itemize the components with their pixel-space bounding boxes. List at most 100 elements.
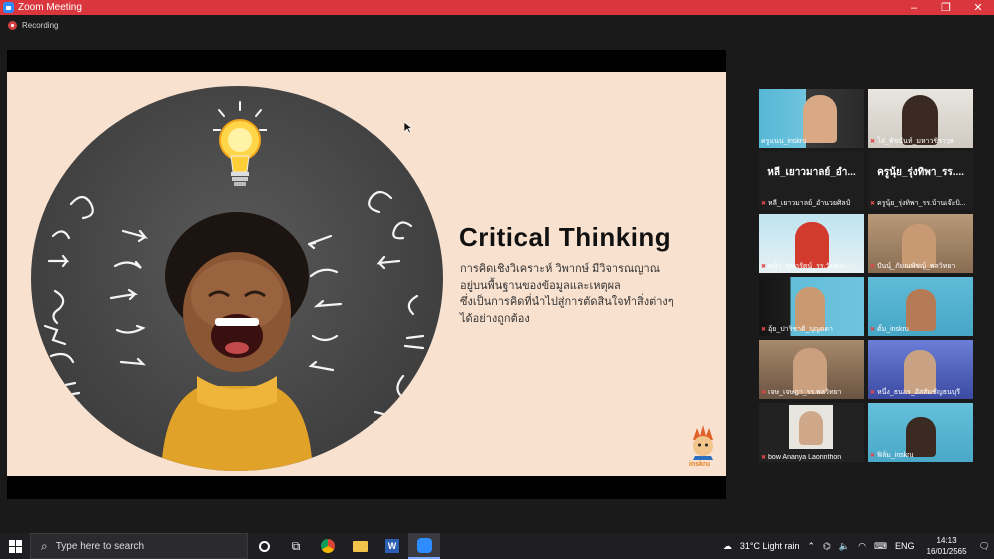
participant-name: ✖ หนึ่ง_ธนอร_อัสสัมชัญธนบุรี bbox=[870, 387, 971, 398]
zoom-app-icon bbox=[416, 537, 432, 553]
weather-icon: ☁ bbox=[722, 540, 732, 551]
muted-mic-icon: ✖ bbox=[870, 264, 876, 270]
participant-name: ✖ อุ้ย_ปาริชาติ_บุญดดา bbox=[761, 324, 862, 335]
shared-screen[interactable]: Critical Thinking การคิดเชิงวิเคราะห์ วิ… bbox=[7, 50, 726, 499]
participant-name: ✖ หน้า_จุฑารัตน์_รร.วัดพระ... bbox=[761, 261, 862, 272]
chrome-icon bbox=[321, 539, 335, 553]
system-tray: ☁ 31°C Light rain ⌃ ⌬ 🔈 ◠ ⌨ ENG 14:13 16… bbox=[719, 535, 994, 557]
windows-logo-icon bbox=[8, 539, 22, 553]
participant-name: ✖ เจษ_เจษฎา_รร.พลวิทยา bbox=[761, 387, 862, 398]
participant-name: ✖ หลี_เยาวมาลย์_อำนวยศิลป์ bbox=[761, 198, 862, 209]
participant-tile[interactable]: ✖ โอ๋_พัชนันท์_มหาวชิราวุธ bbox=[868, 89, 973, 148]
slide-line: การคิดเชิงวิเคราะห์ วิพากษ์ มีวิจารณญาณ bbox=[460, 263, 660, 275]
task-view-button[interactable]: ⧉ bbox=[280, 533, 312, 559]
slide-line: ซึ่งเป็นการคิดที่นำไปสู่การตัดสินใจทำสิ่… bbox=[460, 296, 674, 308]
window-title: Zoom Meeting bbox=[18, 2, 82, 13]
meeting-area: Recording Critical Thinking การคิดเชิงวิ… bbox=[0, 15, 994, 533]
slide-title: Critical Thinking bbox=[459, 222, 672, 252]
record-icon bbox=[8, 21, 17, 30]
muted-mic-icon: ✖ bbox=[870, 453, 876, 459]
participant-name-text: โอ๋_พัชนันท์_มหาวชิราวุธ bbox=[877, 138, 955, 145]
network-icon[interactable]: ⌬ bbox=[823, 541, 831, 552]
muted-mic-icon: ✖ bbox=[870, 139, 876, 145]
recording-indicator[interactable]: Recording bbox=[8, 21, 58, 30]
clock[interactable]: 14:13 16/01/2565 bbox=[927, 535, 967, 557]
muted-mic-icon: ✖ bbox=[761, 264, 767, 270]
participant-face bbox=[799, 411, 823, 445]
recording-label: Recording bbox=[22, 21, 59, 30]
windows-taskbar: ⌕ Type here to search ⧉ W ☁ 31°C Light r… bbox=[0, 533, 994, 559]
weather-text[interactable]: 31°C Light rain bbox=[740, 541, 800, 551]
participant-name: ✖ ตั้ม_inskru bbox=[870, 324, 971, 335]
task-view-icon: ⧉ bbox=[291, 538, 301, 553]
participant-name-text: bow Ananya Laorinthon bbox=[768, 454, 842, 461]
cortana-icon bbox=[258, 540, 270, 552]
word-taskbar-button[interactable]: W bbox=[376, 533, 408, 559]
participant-name-text: ตั้ม_inskru bbox=[877, 326, 909, 333]
participant-tile[interactable]: ✖ เจษ_เจษฎา_รร.พลวิทยา bbox=[759, 340, 864, 399]
zoom-icon bbox=[3, 2, 14, 13]
chrome-taskbar-button[interactable] bbox=[312, 533, 344, 559]
participant-tile[interactable]: ✖ อุ้ย_ปาริชาติ_บุญดดา bbox=[759, 277, 864, 336]
zoom-taskbar-button[interactable] bbox=[408, 533, 440, 559]
participant-tile[interactable]: หลี_เยาวมาลย์_อำ... ✖ หลี_เยาวมาลย์_อำนวย… bbox=[759, 151, 864, 210]
muted-mic-icon: ✖ bbox=[761, 455, 767, 461]
lightbulb-icon bbox=[213, 101, 267, 186]
muted-mic-icon: ✖ bbox=[870, 201, 876, 207]
slide-line: อยู่บนพื้นฐานของข้อมูลและเหตุผล bbox=[460, 279, 621, 292]
cortana-button[interactable] bbox=[248, 533, 280, 559]
muted-mic-icon: ✖ bbox=[761, 201, 767, 207]
participant-tile[interactable]: ✖ ฟิล์ม_inskru bbox=[868, 403, 973, 462]
file-explorer-button[interactable] bbox=[344, 533, 376, 559]
participant-name-text: เจษ_เจษฎา_รร.พลวิทยา bbox=[768, 389, 842, 396]
maximize-button[interactable]: ❐ bbox=[930, 0, 962, 15]
participant-tile[interactable]: ✖ หน้า_จุฑารัตน์_รร.วัดพระ... bbox=[759, 214, 864, 273]
notifications-icon[interactable]: 🗨 bbox=[979, 541, 990, 552]
mouse-cursor-icon bbox=[404, 122, 412, 134]
participant-tile[interactable]: ✖ หนึ่ง_ธนอร_อัสสัมชัญธนบุรี bbox=[868, 340, 973, 399]
participant-name-text: ฟิล์ม_inskru bbox=[877, 452, 914, 459]
participant-tile[interactable]: ✖ ปันนุ์_ภัมณพัชญ์_พลวิทยา bbox=[868, 214, 973, 273]
title-bar: Zoom Meeting – ❐ ✕ bbox=[0, 0, 994, 15]
child-photo bbox=[161, 212, 313, 471]
volume-icon[interactable]: 🔈 bbox=[839, 541, 850, 552]
taskbar-search-box[interactable]: ⌕ Type here to search bbox=[30, 533, 248, 559]
participant-name-text: หนึ่ง_ธนอร_อัสสัมชัญธนบุรี bbox=[877, 389, 960, 396]
participant-name-text: ครูแนน_inskru bbox=[761, 138, 807, 145]
participant-name: ✖ ปันนุ์_ภัมณพัชญ์_พลวิทยา bbox=[870, 261, 971, 272]
participant-name-text: หน้า_จุฑารัตน์_รร.วัดพระ... bbox=[768, 263, 852, 270]
participant-display-name: หลี_เยาวมาลย์_อำ... bbox=[767, 167, 856, 178]
keyboard-icon[interactable]: ⌨ bbox=[874, 541, 887, 552]
participant-name-text: อุ้ย_ปาริชาติ_บุญดดา bbox=[768, 326, 833, 333]
clock-time: 14:13 bbox=[936, 536, 957, 545]
search-placeholder: Type here to search bbox=[55, 540, 145, 552]
participant-name: ครูแนน_inskru bbox=[761, 136, 862, 147]
muted-mic-icon: ✖ bbox=[870, 327, 876, 333]
slide-photo-circle bbox=[31, 86, 443, 471]
participant-tile[interactable]: ✖ bow Ananya Laorinthon bbox=[759, 403, 864, 462]
close-button[interactable]: ✕ bbox=[962, 0, 994, 15]
slide-body: การคิดเชิงวิเคราะห์ วิพากษ์ มีวิจารณญาณ … bbox=[460, 261, 674, 327]
participant-name: ✖ โอ๋_พัชนันท์_มหาวชิราวุธ bbox=[870, 136, 971, 147]
participant-tile[interactable]: ครูแนน_inskru bbox=[759, 89, 864, 148]
participant-name: ✖ ครูนุ้ย_รุ่งทิพา_รร.บ้านเจ๊ะบิ... bbox=[870, 198, 971, 209]
muted-mic-icon: ✖ bbox=[870, 390, 876, 396]
start-button[interactable] bbox=[0, 533, 30, 559]
participant-name-text: หลี_เยาวมาลย์_อำนวยศิลป์ bbox=[768, 200, 851, 207]
slide-line: ได้อย่างถูกต้อง bbox=[460, 312, 530, 325]
brand-logo-text: inskru bbox=[689, 461, 711, 468]
search-icon: ⌕ bbox=[41, 538, 48, 553]
chevron-up-icon[interactable]: ⌃ bbox=[808, 541, 816, 552]
muted-mic-icon: ✖ bbox=[761, 327, 767, 333]
clock-date: 16/01/2565 bbox=[926, 547, 967, 556]
participant-tile[interactable]: ครูนุ้ย_รุ่งทิพา_รร.... ✖ ครูนุ้ย_รุ่งทิพ… bbox=[868, 151, 973, 210]
participant-name-text: ปันนุ์_ภัมณพัชญ์_พลวิทยา bbox=[877, 263, 956, 270]
presentation-slide: Critical Thinking การคิดเชิงวิเคราะห์ วิ… bbox=[7, 72, 726, 476]
participant-tile[interactable]: ✖ ตั้ม_inskru bbox=[868, 277, 973, 336]
language-indicator[interactable]: ENG bbox=[895, 541, 915, 551]
minimize-button[interactable]: – bbox=[898, 0, 930, 15]
participant-display-name: ครูนุ้ย_รุ่งทิพา_รร.... bbox=[877, 167, 964, 178]
muted-mic-icon: ✖ bbox=[761, 390, 767, 396]
wifi-icon[interactable]: ◠ bbox=[858, 541, 866, 552]
participant-name: ✖ bow Ananya Laorinthon bbox=[761, 454, 862, 461]
